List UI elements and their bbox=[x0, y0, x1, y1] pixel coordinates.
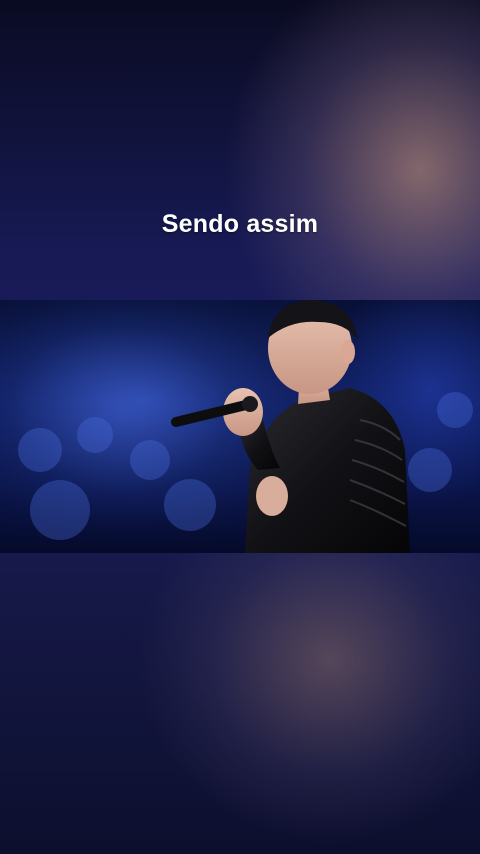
singer-performance-image bbox=[0, 300, 480, 553]
ear bbox=[341, 340, 355, 364]
video-frame[interactable] bbox=[0, 300, 480, 553]
story-screen: Sendo assim bbox=[0, 0, 480, 854]
second-hand bbox=[256, 476, 288, 516]
caption-text: Sendo assim bbox=[161, 210, 319, 238]
